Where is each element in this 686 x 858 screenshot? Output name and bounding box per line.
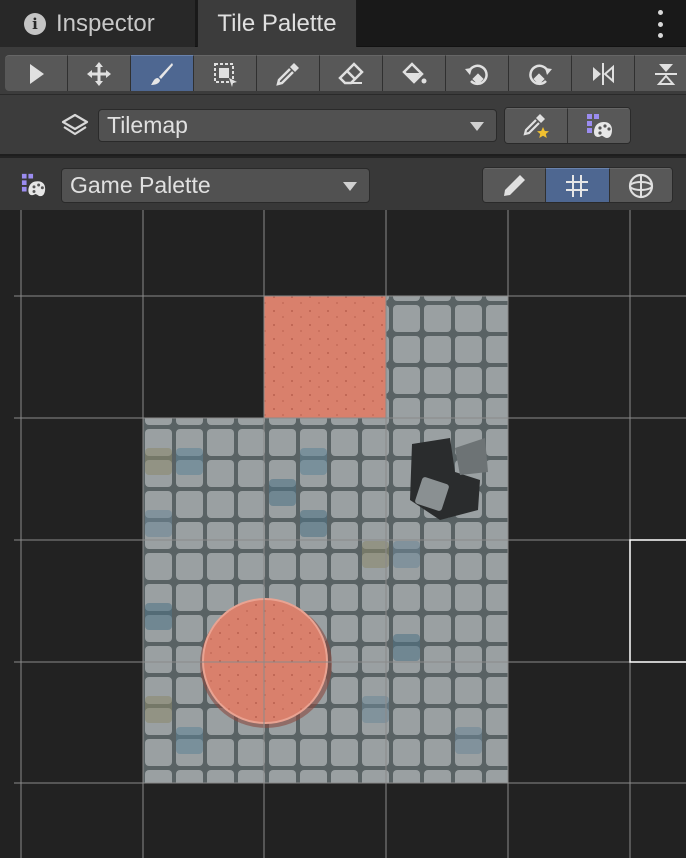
- palette-icon: [21, 173, 46, 197]
- eyedropper-icon: [276, 62, 299, 86]
- chevron-down-icon: [343, 181, 357, 191]
- edit-palette-button[interactable]: [483, 168, 547, 202]
- active-tilemap-row: Tilemap: [0, 95, 686, 156]
- tile-red-circle[interactable]: [200, 598, 332, 728]
- tab-tile-palette-label: Tile Palette: [217, 9, 337, 37]
- picker-star-icon: [523, 114, 549, 138]
- palette-mode-group: [482, 167, 673, 203]
- selection-cell-highlight: [629, 539, 686, 663]
- more-options-icon[interactable]: [654, 10, 666, 38]
- tab-inspector-label: Inspector: [56, 9, 155, 37]
- active-tilemap-dropdown[interactable]: Tilemap: [98, 109, 497, 142]
- gizmo-toggle-button[interactable]: [609, 168, 672, 202]
- gizmo-sphere-icon: [628, 173, 653, 198]
- grid-toggle-button[interactable]: [546, 168, 610, 202]
- info-icon: i: [24, 12, 46, 35]
- palette-dropdown[interactable]: Game Palette: [61, 168, 370, 203]
- pencil-icon: [504, 174, 526, 196]
- move-tool[interactable]: [68, 55, 131, 91]
- flip-vertical-icon: [655, 63, 677, 85]
- select-arrow-tool[interactable]: [5, 55, 68, 91]
- tile-stone-top[interactable]: [386, 296, 508, 418]
- rotate-ccw-tool[interactable]: [446, 55, 509, 91]
- flip-y-tool[interactable]: [635, 55, 686, 91]
- tab-tile-palette[interactable]: Tile Palette: [197, 0, 357, 47]
- palette-grid-icon: [587, 114, 612, 138]
- tab-bar: i Inspector Tile Palette: [0, 0, 686, 47]
- box-fill-tool[interactable]: [194, 55, 257, 91]
- flip-horizontal-icon: [593, 62, 614, 85]
- move-icon: [87, 61, 111, 86]
- layers-icon: [61, 113, 89, 136]
- palette-grid-canvas[interactable]: [0, 210, 686, 858]
- palette-value: Game Palette: [70, 172, 211, 198]
- picker-tool[interactable]: [257, 55, 320, 91]
- eraser-icon: [338, 61, 364, 84]
- active-tilemap-value: Tilemap: [107, 112, 188, 138]
- palette-canvas[interactable]: [0, 210, 686, 858]
- rotate-clockwise-icon: [529, 64, 552, 85]
- target-button-group: [504, 107, 631, 144]
- rotate-counterclockwise-icon: [465, 64, 488, 85]
- paintbrush-icon: [151, 62, 173, 85]
- chevron-down-icon: [470, 121, 484, 131]
- grid-icon: [566, 174, 589, 197]
- target-palette-button[interactable]: [568, 108, 630, 143]
- tile-red-square[interactable]: [264, 296, 386, 418]
- tool-toolbar: [0, 47, 686, 95]
- eraser-tool[interactable]: [320, 55, 383, 91]
- paint-brush-tool[interactable]: [131, 55, 194, 91]
- tile-broken[interactable]: [410, 438, 488, 520]
- flood-fill-tool[interactable]: [383, 55, 446, 91]
- tab-inspector[interactable]: i Inspector: [0, 0, 195, 47]
- arrow-cursor-icon: [30, 63, 44, 84]
- paint-bucket-icon: [402, 61, 427, 84]
- target-picker-button[interactable]: [505, 108, 568, 143]
- box-fill-icon: [214, 62, 237, 87]
- flip-x-tool[interactable]: [572, 55, 635, 91]
- rotate-cw-tool[interactable]: [509, 55, 572, 91]
- palette-row: Game Palette: [0, 158, 686, 210]
